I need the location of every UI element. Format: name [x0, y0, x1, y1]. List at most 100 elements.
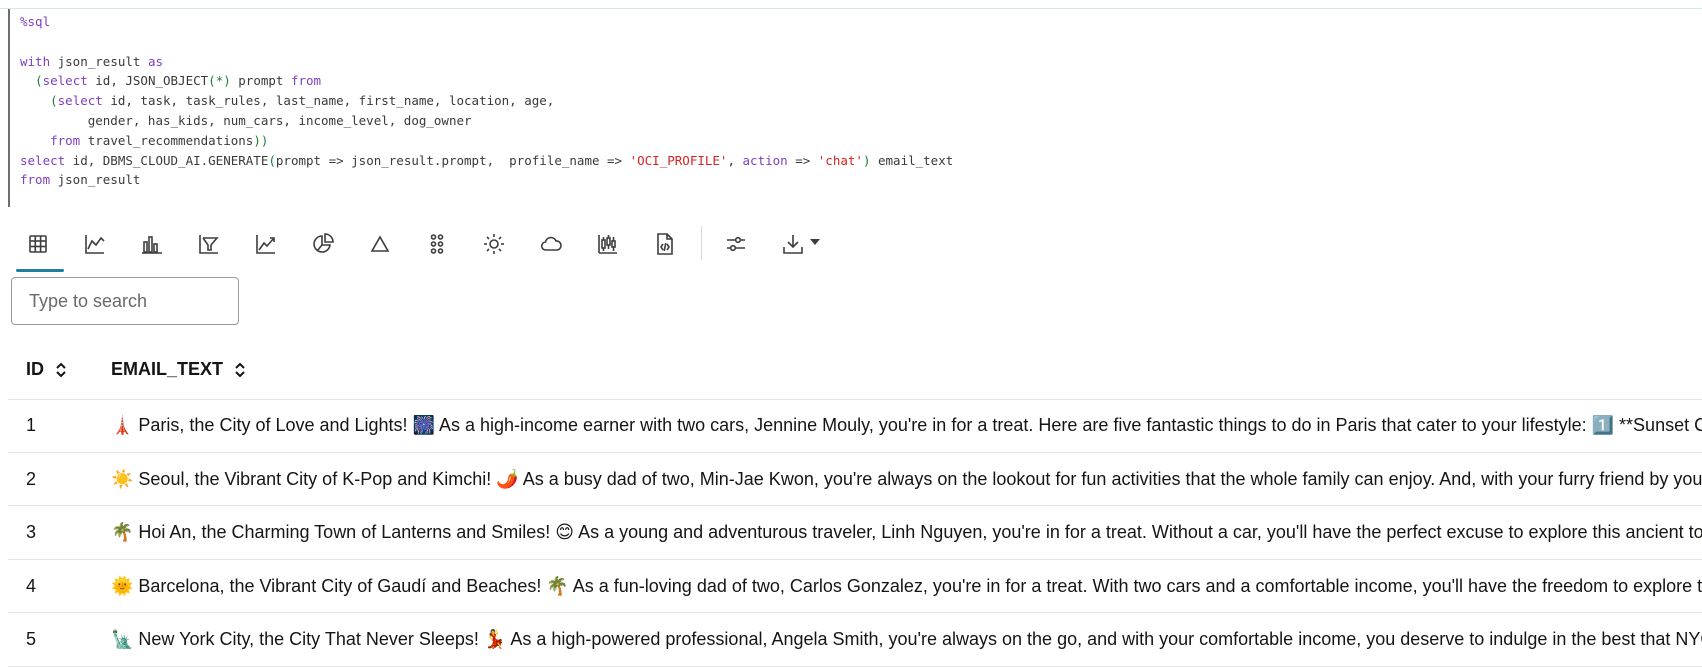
- code-file-icon: [657, 233, 673, 255]
- sort-icon[interactable]: [233, 360, 247, 380]
- cell-id: 2: [26, 468, 37, 489]
- sql-code[interactable]: %sql with json_result as (select id, JSON…: [20, 12, 953, 190]
- table-view-button[interactable]: [16, 222, 64, 272]
- results-table: ID EMAIL_TEXT 1 🗼 Paris, the City of Lov…: [8, 345, 1702, 667]
- line-chart-button[interactable]: [73, 222, 117, 266]
- code-token: 'OCI_PROFILE': [629, 152, 728, 168]
- bar-chart-icon: [142, 236, 162, 254]
- cell-id: 1: [26, 415, 37, 435]
- search-input[interactable]: [11, 277, 239, 325]
- word-cloud-icon: [540, 236, 562, 251]
- code-token: select: [20, 152, 66, 168]
- cell-id: 3: [26, 522, 37, 543]
- code-token: from: [290, 73, 322, 89]
- code-token: )): [253, 132, 269, 148]
- download-icon: [783, 235, 803, 254]
- code-token: travel_recommendations: [80, 132, 254, 148]
- table-row[interactable]: 5 🗽 New York City, the City That Never S…: [8, 613, 1702, 667]
- sunburst-chart-button[interactable]: [472, 222, 516, 266]
- sort-icon[interactable]: [54, 360, 68, 380]
- column-header-label: ID: [26, 359, 44, 379]
- code-token: email_text: [870, 152, 954, 168]
- code-token: from: [50, 132, 81, 148]
- code-token: id, task, task_rules, last_name, first_n…: [102, 93, 555, 109]
- column-header-id[interactable]: ID: [26, 359, 68, 380]
- settings-button[interactable]: [714, 222, 758, 266]
- cell-email-text: 🗼 Paris, the City of Love and Lights! 🎆 …: [111, 415, 1702, 435]
- area-chart-button[interactable]: [244, 222, 288, 266]
- download-button[interactable]: [772, 222, 824, 266]
- code-token: json_result: [50, 53, 148, 69]
- code-token: select: [57, 93, 103, 109]
- code-token: (: [268, 152, 276, 168]
- code-token: ,: [727, 152, 743, 168]
- code-token: %sql: [20, 14, 51, 29]
- sunburst-chart-icon: [484, 234, 504, 254]
- pivot-chart-icon: [199, 235, 219, 254]
- code-token: from: [20, 172, 51, 188]
- code-line: with json_result as: [20, 52, 953, 72]
- code-line: select id, DBMS_CLOUD_AI.GENERATE(prompt…: [20, 151, 953, 171]
- code-token: with: [20, 53, 51, 69]
- code-token: id, JSON_OBJECT: [87, 73, 209, 89]
- table-view-icon: [29, 235, 47, 253]
- code-token: (: [50, 93, 58, 109]
- table-body: 1 🗼 Paris, the City of Love and Lights! …: [8, 399, 1702, 667]
- box-plot-icon: [598, 235, 617, 254]
- pyramid-chart-button[interactable]: [358, 222, 402, 266]
- code-token: (: [35, 73, 43, 89]
- code-line: from travel_recommendations)): [20, 131, 953, 151]
- caret-down-icon: [810, 239, 820, 245]
- line-chart-icon: [85, 235, 105, 254]
- table-row[interactable]: 1 🗼 Paris, the City of Love and Lights! …: [8, 399, 1702, 453]
- cell-email-text: 🗽 New York City, the City That Never Sle…: [111, 629, 1702, 650]
- code-token: action: [742, 152, 788, 168]
- area-chart-icon: [256, 235, 275, 254]
- code-token: as: [147, 53, 164, 69]
- column-header-label: EMAIL_TEXT: [111, 359, 224, 379]
- code-token: select: [42, 73, 88, 89]
- table-row[interactable]: 4 🌞 Barcelona, the Vibrant City of Gaudí…: [8, 560, 1702, 614]
- scatter-chart-button[interactable]: [415, 222, 459, 266]
- cell-id: 4: [26, 575, 37, 596]
- sort-chevrons-icon: [56, 362, 66, 377]
- code-token: 'chat': [817, 152, 863, 168]
- code-line: (select id, JSON_OBJECT(*) prompt from: [20, 71, 953, 91]
- table-row[interactable]: 2 ☀️ Seoul, the Vibrant City of K-Pop an…: [8, 453, 1702, 507]
- code-line: (select id, task, task_rules, last_name,…: [20, 91, 953, 111]
- code-token: prompt => json_result.prompt, profile_na…: [275, 152, 630, 168]
- bar-chart-button[interactable]: [130, 222, 174, 266]
- sql-editor[interactable]: %sql with json_result as (select id, JSON…: [0, 8, 1702, 207]
- cell-id: 5: [26, 629, 37, 650]
- scatter-chart-icon: [430, 234, 444, 254]
- box-plot-button[interactable]: [586, 222, 630, 266]
- cell-email-text: ☀️ Seoul, the Vibrant City of K-Pop and …: [111, 468, 1702, 489]
- pyramid-chart-icon: [370, 235, 390, 252]
- column-header-email-text[interactable]: EMAIL_TEXT: [111, 359, 247, 380]
- code-token: gender, has_kids, num_cars, income_level…: [20, 112, 472, 128]
- cell-email-text: 🌞 Barcelona, the Vibrant City of Gaudí a…: [111, 575, 1702, 596]
- code-line: %sql: [20, 12, 953, 32]
- editor-gutter-bar: [8, 9, 10, 207]
- table-row[interactable]: 3 🌴 Hoi An, the Charming Town of Lantern…: [8, 506, 1702, 560]
- toolbar-separator: [701, 226, 702, 260]
- code-token: prompt: [230, 73, 291, 89]
- settings-sliders-icon: [727, 236, 745, 252]
- table-header: ID EMAIL_TEXT: [8, 345, 1702, 400]
- code-file-button[interactable]: [643, 222, 687, 266]
- code-token: id, DBMS_CLOUD_AI.GENERATE: [65, 152, 269, 168]
- pie-chart-icon: [313, 233, 334, 253]
- code-line: gender, has_kids, num_cars, income_level…: [20, 111, 953, 131]
- code-token: json_result: [50, 172, 141, 188]
- sort-chevrons-icon: [235, 362, 245, 377]
- visualization-toolbar: [16, 222, 836, 272]
- pivot-chart-button[interactable]: [187, 222, 231, 266]
- word-cloud-button[interactable]: [529, 222, 573, 266]
- code-token: =>: [787, 152, 818, 168]
- pie-chart-button[interactable]: [301, 222, 345, 266]
- code-line: from json_result: [20, 170, 953, 190]
